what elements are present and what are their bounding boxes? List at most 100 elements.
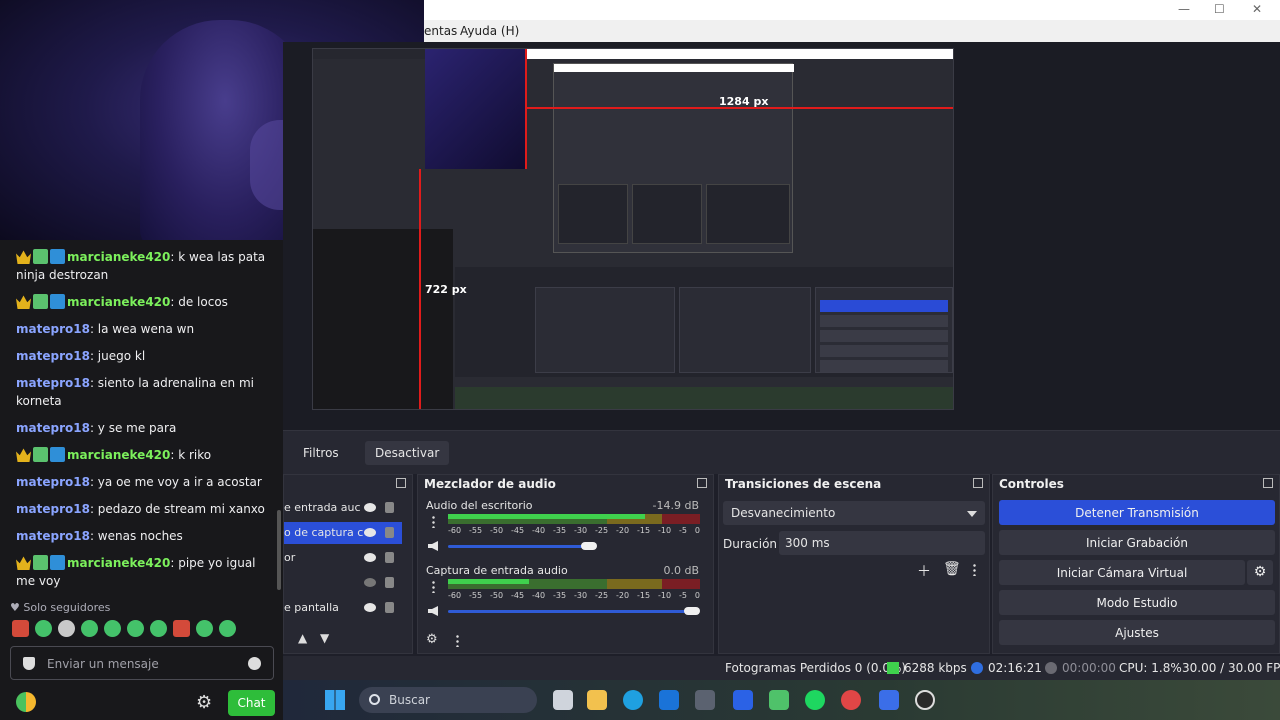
sub-badge-icon[interactable] [33, 555, 48, 570]
obs-preview[interactable]: 1284 px 722 px [312, 48, 954, 410]
undock-icon[interactable] [1263, 478, 1273, 488]
emoji-picker-icon[interactable] [248, 657, 261, 670]
emote-icon[interactable] [219, 620, 236, 637]
settings-button[interactable]: Ajustes [999, 620, 1275, 645]
lock-icon[interactable] [385, 502, 394, 513]
chat-settings-gear-icon[interactable]: ⚙ [196, 692, 212, 713]
move-down-icon[interactable]: ▼ [320, 631, 329, 645]
virtual-camera-settings-gear-icon[interactable]: ⚙ [1247, 560, 1273, 585]
windows-start-icon[interactable] [325, 690, 345, 710]
chat-username[interactable]: matepro18 [16, 376, 90, 390]
chat-username[interactable]: matepro18 [16, 475, 90, 489]
add-transition-icon[interactable]: ＋ [917, 561, 931, 581]
menu-tools[interactable]: entas [424, 24, 457, 38]
mixer-advanced-gear-icon[interactable]: ⚙ [426, 632, 438, 647]
volume-slider[interactable] [448, 545, 590, 548]
visibility-eye-icon[interactable] [364, 528, 376, 537]
channel-points-icon[interactable] [16, 692, 36, 712]
crown-badge-icon[interactable] [16, 295, 31, 309]
visibility-eye-icon[interactable] [364, 578, 376, 587]
lock-icon[interactable] [385, 527, 394, 538]
mixer-menu-kebab-icon[interactable] [456, 634, 459, 647]
sub-badge-icon[interactable] [33, 249, 48, 264]
chat-username[interactable]: matepro18 [16, 322, 90, 336]
chat-username[interactable]: marcianeke420 [67, 556, 170, 570]
sub-badge-icon[interactable] [33, 447, 48, 462]
duration-spinbox[interactable]: 300 ms [779, 531, 985, 555]
studio-mode-button[interactable]: Modo Estudio [999, 590, 1275, 615]
emote-icon[interactable] [12, 620, 29, 637]
file-icon[interactable] [553, 690, 573, 710]
chat-scrollbar[interactable] [277, 510, 281, 590]
transition-menu-kebab-icon[interactable] [973, 563, 976, 576]
obs-icon[interactable] [915, 690, 935, 710]
emote-icon[interactable] [127, 620, 144, 637]
app-icon[interactable] [695, 690, 715, 710]
maximize-button[interactable]: ☐ [1214, 2, 1225, 16]
folder-icon[interactable] [587, 690, 607, 710]
chat-username[interactable]: matepro18 [16, 502, 90, 516]
sub-badge-icon[interactable] [33, 294, 48, 309]
channel-menu-kebab-icon[interactable] [432, 515, 435, 528]
volume-slider-handle[interactable] [581, 542, 598, 550]
chat-username[interactable]: matepro18 [16, 421, 90, 435]
emote-icon[interactable] [196, 620, 213, 637]
lock-icon[interactable] [385, 577, 394, 588]
prime-badge-icon[interactable] [50, 294, 65, 309]
delete-transition-icon[interactable]: 🗑 [943, 561, 961, 577]
chat-message-input[interactable] [47, 654, 247, 674]
lock-icon[interactable] [385, 552, 394, 563]
emote-icon[interactable] [81, 620, 98, 637]
menu-help[interactable]: Ayuda (H) [460, 24, 519, 38]
chat-input-box[interactable] [10, 646, 274, 680]
transition-select[interactable]: Desvanecimiento [723, 501, 985, 525]
speaker-icon[interactable] [428, 541, 438, 551]
source-item[interactable]: e entrada auc [284, 497, 402, 519]
emote-icon[interactable] [35, 620, 52, 637]
move-up-icon[interactable]: ▲ [298, 631, 307, 645]
chat-username[interactable]: marcianeke420 [67, 448, 170, 462]
emote-icon[interactable] [104, 620, 121, 637]
undock-icon[interactable] [973, 478, 983, 488]
source-item[interactable]: o de captura c [284, 522, 402, 544]
visibility-eye-icon[interactable] [364, 503, 376, 512]
source-item[interactable]: or [284, 547, 402, 569]
opera-icon[interactable] [841, 690, 861, 710]
crown-badge-icon[interactable] [16, 250, 31, 264]
volume-slider-handle[interactable] [684, 607, 701, 615]
chat-username[interactable]: matepro18 [16, 349, 90, 363]
crown-badge-icon[interactable] [16, 556, 31, 570]
lock-icon[interactable] [385, 602, 394, 613]
source-item[interactable] [284, 572, 402, 594]
visibility-eye-icon[interactable] [364, 603, 376, 612]
store-icon[interactable] [659, 690, 679, 710]
spotify-icon[interactable] [805, 690, 825, 710]
edge-browser-icon[interactable] [623, 690, 643, 710]
undock-icon[interactable] [697, 478, 707, 488]
channel-menu-kebab-icon[interactable] [432, 580, 435, 593]
app-blue-icon[interactable] [879, 690, 899, 710]
stop-streaming-button[interactable]: Detener Transmisión [999, 500, 1275, 525]
visibility-eye-icon[interactable] [364, 553, 376, 562]
chat-username[interactable]: matepro18 [16, 529, 90, 543]
app-green-icon[interactable] [769, 690, 789, 710]
emote-icon[interactable] [173, 620, 190, 637]
source-item[interactable]: e pantalla [284, 597, 402, 619]
taskbar-search[interactable]: Buscar [359, 687, 537, 713]
disable-button[interactable]: Desactivar [365, 441, 450, 465]
filters-button[interactable]: Filtros [293, 441, 349, 465]
volume-slider[interactable] [448, 610, 693, 613]
start-virtual-camera-button[interactable]: Iniciar Cámara Virtual [999, 560, 1245, 585]
crown-badge-icon[interactable] [16, 448, 31, 462]
emote-icon[interactable] [150, 620, 167, 637]
minimize-button[interactable]: — [1178, 2, 1190, 16]
chat-send-button[interactable]: Chat [228, 690, 275, 716]
start-recording-button[interactable]: Iniciar Grabación [999, 530, 1275, 555]
prime-badge-icon[interactable] [50, 447, 65, 462]
visual-studio-icon[interactable] [733, 690, 753, 710]
chat-username[interactable]: marcianeke420 [67, 250, 170, 264]
prime-badge-icon[interactable] [50, 249, 65, 264]
speaker-icon[interactable] [428, 606, 438, 616]
close-button[interactable]: ✕ [1252, 2, 1262, 16]
emote-icon[interactable] [58, 620, 75, 637]
